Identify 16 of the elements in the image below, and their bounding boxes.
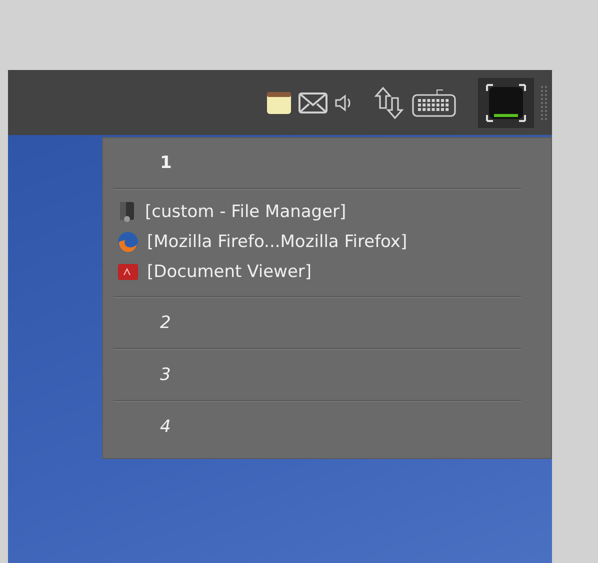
workspace-label[interactable]: 1 [103,138,551,188]
globe-fox-icon [117,231,139,253]
window-title[interactable]: [Mozilla Firefo...Mozilla Firefox] [147,232,408,252]
mail-icon[interactable] [298,92,328,114]
workspace-label[interactable]: 3 [103,350,551,400]
workspace-switcher-button[interactable] [478,78,534,128]
cabinet-icon [117,201,137,223]
notes-icon[interactable] [266,90,292,114]
workspace-label[interactable]: 2 [103,298,551,348]
window-title[interactable]: [custom - File Manager] [145,202,346,222]
network-arrows-icon[interactable] [374,86,406,120]
document-icon [117,263,139,281]
grip-handle-icon[interactable] [540,84,548,120]
workspace-label[interactable]: 4 [103,402,551,452]
keyboard-icon[interactable] [412,88,456,118]
window-title[interactable]: [Document Viewer] [147,262,312,282]
